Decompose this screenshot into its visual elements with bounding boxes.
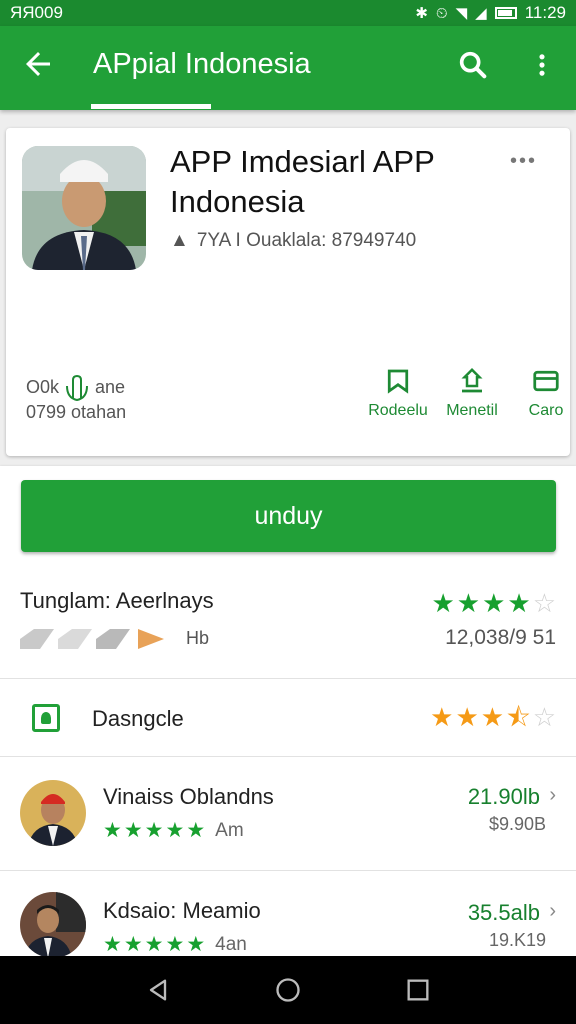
- category-icon: [32, 704, 60, 732]
- star-icon: ★: [430, 702, 454, 732]
- star-icon: ★: [103, 933, 122, 956]
- review-time: Am: [215, 819, 244, 841]
- chip-icon: [96, 628, 130, 649]
- battery-icon: [494, 7, 517, 19]
- app-title: APP Imdesiarl APP Indonesia: [170, 144, 435, 219]
- details-card: unduy Tunglam: Aeerlnays ★ ★ ★ ★ ☆ Hb 12…: [0, 466, 576, 966]
- rating-heading: Tunglam: Aeerlnays: [20, 588, 214, 613]
- reviewer-name: Kdsaio: Meamio: [103, 898, 261, 923]
- bookmark-action[interactable]: Rodeelu: [368, 366, 428, 420]
- tab-indicator: [91, 104, 211, 109]
- wallet-icon: [533, 370, 559, 392]
- nav-back-icon[interactable]: [144, 976, 172, 1004]
- review-time: 4an: [215, 933, 247, 955]
- category-stars: ★ ★ ★ ⯪ ☆: [430, 704, 556, 730]
- status-icons: ✱ ⏲ ◥ ◢ 11:29: [415, 3, 566, 23]
- star-icon: ★: [123, 933, 143, 956]
- reviewer-avatar: [20, 892, 86, 958]
- review-price: $9.90B: [488, 814, 546, 834]
- star-icon: ★: [123, 819, 143, 842]
- chip-icon: [20, 628, 54, 649]
- stat-top-left: O0k: [26, 376, 60, 397]
- star-icon: ★: [455, 702, 479, 732]
- action-row: Rodeelu Menetil Caro: [368, 366, 576, 420]
- nav-home-icon[interactable]: [274, 976, 302, 1004]
- star-icon: ★: [103, 819, 122, 842]
- system-nav-bar: [0, 956, 576, 1024]
- search-icon[interactable]: [456, 48, 490, 82]
- bluetooth-icon: ✱: [415, 5, 428, 22]
- status-time: 11:29: [524, 3, 566, 22]
- status-left-text: ЯЯ009: [10, 3, 63, 22]
- share-icon: [461, 367, 483, 393]
- rating-count: 12,038/9 51: [445, 626, 556, 649]
- star-icon: ★: [456, 588, 481, 618]
- bookmark-icon: [387, 369, 409, 394]
- divider: [0, 678, 576, 679]
- review-size: 35.5alb: [467, 900, 540, 925]
- star-icon: ★: [480, 702, 505, 732]
- stat-top: O0k ane: [26, 372, 125, 402]
- star-icon: ★: [431, 588, 455, 618]
- install-button[interactable]: unduy: [21, 480, 556, 552]
- nav-recents-icon[interactable]: [404, 976, 432, 1004]
- wifi-icon: ◥: [455, 5, 468, 22]
- app-meta: ▲ 7YA I Ouaklala: 87949740: [170, 230, 416, 252]
- app-info-card: APP Imdesiarl APP Indonesia ••• ▲ 7YA I …: [6, 128, 570, 456]
- share-action-label: Menetil: [446, 402, 498, 419]
- star-icon: ★: [144, 933, 164, 956]
- chip-icon: [58, 628, 92, 649]
- star-empty-icon: ☆: [532, 702, 556, 732]
- star-icon: ★: [186, 933, 206, 956]
- status-bar: ЯЯ009 ✱ ⏲ ◥ ◢ 11:29: [0, 0, 576, 26]
- wallet-action-label: Caro: [528, 402, 564, 419]
- app-icon-avatar: [22, 146, 146, 270]
- card-more-icon[interactable]: •••: [510, 150, 537, 173]
- divider: [0, 756, 576, 757]
- star-icon: ★: [482, 588, 506, 618]
- review-stars: ★ ★ ★ ★ ★ 4an: [103, 932, 247, 957]
- chevron-right-icon[interactable]: ›: [549, 784, 556, 807]
- app-bar-title: APpial Indonesia: [93, 48, 311, 80]
- app-meta-text: 7YA I Ouaklala: 87949740: [196, 230, 417, 251]
- star-icon: ★: [144, 819, 164, 842]
- stat-top-right: ane: [95, 376, 126, 397]
- app-bar: APpial Indonesia: [0, 26, 576, 110]
- review-stars: ★ ★ ★ ★ ★ Am: [103, 818, 244, 843]
- star-icon: ★: [165, 933, 185, 956]
- review-size: 21.90lb: [467, 784, 540, 809]
- star-empty-icon: ☆: [532, 588, 556, 618]
- stat-bottom: 0799 otahan: [26, 402, 127, 422]
- star-icon: ★: [507, 588, 531, 618]
- bookmark-action-label: Rodeelu: [368, 402, 428, 419]
- chip-orange-icon: [138, 628, 164, 649]
- reviewer-avatar: [20, 780, 86, 846]
- reviewer-name: Vinaiss Oblandns: [103, 784, 274, 809]
- rating-chips: Hb: [20, 628, 209, 649]
- hand-icon: [66, 374, 89, 402]
- star-icon: ★: [186, 819, 206, 842]
- chip-tail-text: Hb: [186, 628, 210, 648]
- signal-icon: ◢: [475, 5, 487, 22]
- back-arrow-icon[interactable]: [20, 46, 56, 82]
- alarm-icon: ⏲: [435, 4, 448, 22]
- divider: [0, 870, 576, 871]
- chevron-right-icon[interactable]: ›: [549, 900, 556, 923]
- share-action[interactable]: Menetil: [442, 366, 502, 420]
- category-label[interactable]: Dasngcle: [92, 706, 184, 732]
- info-icon: ▲: [170, 230, 189, 251]
- star-half-icon: ⯪: [506, 702, 531, 732]
- review-price: 19.K19: [488, 930, 546, 950]
- wallet-action[interactable]: Caro: [516, 366, 576, 420]
- rating-stars: ★ ★ ★ ★ ☆: [431, 590, 556, 616]
- overflow-menu-icon[interactable]: [528, 48, 556, 82]
- star-icon: ★: [165, 819, 185, 842]
